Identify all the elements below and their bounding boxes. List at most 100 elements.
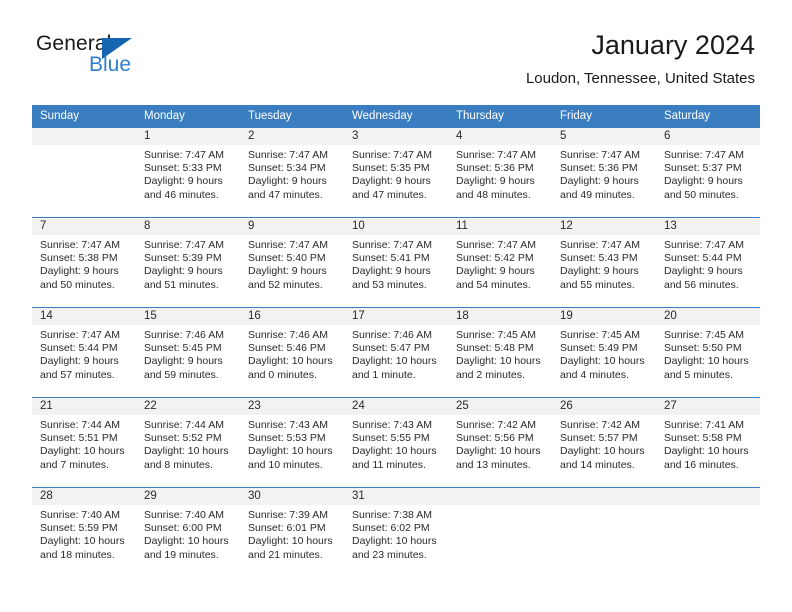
sunrise-text: Sunrise: 7:45 AM <box>664 329 744 341</box>
sunrise-text: Sunrise: 7:47 AM <box>664 149 744 161</box>
day-number: 6 <box>656 128 760 145</box>
calendar-day-cell[interactable]: 7 Sunrise: 7:47 AM Sunset: 5:38 PM Daylight… <box>32 217 136 308</box>
day-detail-lines <box>448 505 552 509</box>
daylight-text: Daylight: 9 hours <box>144 175 223 188</box>
calendar-day-cell[interactable]: 18 Sunrise: 7:45 AM Sunset: 5:48 PM Dayligh… <box>448 307 552 398</box>
day-cell-content: 28 Sunrise: 7:40 AM Sunset: 5:59 PM Dayligh… <box>32 488 136 577</box>
daylight-text: and 8 minutes. <box>144 458 213 471</box>
daylight-text: and 52 minutes. <box>248 278 323 291</box>
day-detail-lines: Sunrise: 7:47 AM Sunset: 5:36 PM Daylight:… <box>552 145 656 202</box>
weekday-header-monday: Monday <box>136 105 240 128</box>
calendar-day-cell[interactable]: 17 Sunrise: 7:46 AM Sunset: 5:47 PM Dayligh… <box>344 307 448 398</box>
day-cell-content: 19 Sunrise: 7:45 AM Sunset: 5:49 PM Dayligh… <box>552 308 656 397</box>
calendar-day-cell[interactable]: 14 Sunrise: 7:47 AM Sunset: 5:44 PM Dayligh… <box>32 307 136 398</box>
calendar-day-cell[interactable]: 11 Sunrise: 7:47 AM Sunset: 5:42 PM Dayligh… <box>448 217 552 308</box>
day-detail-lines: Sunrise: 7:47 AM Sunset: 5:39 PM Daylight:… <box>136 235 240 292</box>
day-cell-content: 16 Sunrise: 7:46 AM Sunset: 5:46 PM Dayligh… <box>240 308 344 397</box>
calendar-day-cell[interactable]: 5 Sunrise: 7:47 AM Sunset: 5:36 PM Daylight… <box>552 128 656 218</box>
day-cell-content: 12 Sunrise: 7:47 AM Sunset: 5:43 PM Dayligh… <box>552 218 656 307</box>
day-number <box>552 488 656 505</box>
sunrise-text: Sunrise: 7:43 AM <box>352 419 432 431</box>
day-cell-content: 26 Sunrise: 7:42 AM Sunset: 5:57 PM Dayligh… <box>552 398 656 487</box>
daylight-text: and 56 minutes. <box>664 278 739 291</box>
calendar-week-row: 14 Sunrise: 7:47 AM Sunset: 5:44 PM Dayligh… <box>32 307 760 398</box>
daylight-text: and 54 minutes. <box>456 278 531 291</box>
day-detail-lines <box>32 145 136 149</box>
calendar-day-cell[interactable]: 13 Sunrise: 7:47 AM Sunset: 5:44 PM Dayligh… <box>656 217 760 308</box>
page-header: General Blue January 2024 Loudon, Tennes… <box>0 0 792 100</box>
sunset-text: Sunset: 5:52 PM <box>144 432 222 445</box>
daylight-text: and 59 minutes. <box>144 368 219 381</box>
sunset-text: Sunset: 5:51 PM <box>40 432 118 445</box>
calendar-day-cell[interactable]: 4 Sunrise: 7:47 AM Sunset: 5:36 PM Daylight… <box>448 128 552 218</box>
daylight-text: and 18 minutes. <box>40 548 115 561</box>
calendar-day-cell[interactable]: 16 Sunrise: 7:46 AM Sunset: 5:46 PM Dayligh… <box>240 307 344 398</box>
day-detail-lines: Sunrise: 7:47 AM Sunset: 5:40 PM Daylight:… <box>240 235 344 292</box>
sunset-text: Sunset: 6:01 PM <box>248 522 326 535</box>
calendar-day-cell[interactable]: 25 Sunrise: 7:42 AM Sunset: 5:56 PM Dayligh… <box>448 397 552 488</box>
calendar-day-cell[interactable]: 29 Sunrise: 7:40 AM Sunset: 6:00 PM Dayligh… <box>136 487 240 577</box>
day-cell-content: 17 Sunrise: 7:46 AM Sunset: 5:47 PM Dayligh… <box>344 308 448 397</box>
calendar-day-cell[interactable]: 6 Sunrise: 7:47 AM Sunset: 5:37 PM Daylight… <box>656 128 760 218</box>
day-detail-lines: Sunrise: 7:43 AM Sunset: 5:53 PM Daylight:… <box>240 415 344 472</box>
daylight-text: and 11 minutes. <box>352 458 426 471</box>
day-detail-lines: Sunrise: 7:47 AM Sunset: 5:38 PM Daylight:… <box>32 235 136 292</box>
day-number: 28 <box>32 488 136 505</box>
calendar-day-cell[interactable]: 27 Sunrise: 7:41 AM Sunset: 5:58 PM Dayligh… <box>656 397 760 488</box>
day-detail-lines <box>552 505 656 509</box>
sunrise-text: Sunrise: 7:40 AM <box>144 509 224 521</box>
sunset-text: Sunset: 5:34 PM <box>248 162 326 175</box>
sunrise-text: Sunrise: 7:47 AM <box>40 239 120 251</box>
sunrise-text: Sunrise: 7:39 AM <box>248 509 328 521</box>
day-detail-lines: Sunrise: 7:44 AM Sunset: 5:52 PM Daylight:… <box>136 415 240 472</box>
calendar-day-cell[interactable]: 24 Sunrise: 7:43 AM Sunset: 5:55 PM Dayligh… <box>344 397 448 488</box>
calendar-day-cell[interactable]: 3 Sunrise: 7:47 AM Sunset: 5:35 PM Daylight… <box>344 128 448 218</box>
calendar-day-cell[interactable]: 8 Sunrise: 7:47 AM Sunset: 5:39 PM Daylight… <box>136 217 240 308</box>
sunset-text: Sunset: 5:48 PM <box>456 342 534 355</box>
calendar-day-cell-empty <box>552 487 656 577</box>
calendar-day-cell[interactable]: 23 Sunrise: 7:43 AM Sunset: 5:53 PM Dayligh… <box>240 397 344 488</box>
daylight-text: Daylight: 10 hours <box>560 445 645 458</box>
sunset-text: Sunset: 5:39 PM <box>144 252 222 265</box>
day-number: 12 <box>552 218 656 235</box>
day-cell-content: 10 Sunrise: 7:47 AM Sunset: 5:41 PM Dayligh… <box>344 218 448 307</box>
day-detail-lines: Sunrise: 7:39 AM Sunset: 6:01 PM Daylight:… <box>240 505 344 562</box>
day-detail-lines: Sunrise: 7:42 AM Sunset: 5:57 PM Daylight:… <box>552 415 656 472</box>
sunrise-text: Sunrise: 7:45 AM <box>456 329 536 341</box>
weekday-header-tuesday: Tuesday <box>240 105 344 128</box>
sunrise-text: Sunrise: 7:46 AM <box>248 329 328 341</box>
day-number: 5 <box>552 128 656 145</box>
day-number: 23 <box>240 398 344 415</box>
calendar-day-cell[interactable]: 31 Sunrise: 7:38 AM Sunset: 6:02 PM Dayligh… <box>344 487 448 577</box>
calendar-day-cell[interactable]: 15 Sunrise: 7:46 AM Sunset: 5:45 PM Dayligh… <box>136 307 240 398</box>
calendar-day-cell[interactable]: 30 Sunrise: 7:39 AM Sunset: 6:01 PM Dayligh… <box>240 487 344 577</box>
day-cell-content: 23 Sunrise: 7:43 AM Sunset: 5:53 PM Dayligh… <box>240 398 344 487</box>
day-number <box>656 488 760 505</box>
calendar-day-cell[interactable]: 22 Sunrise: 7:44 AM Sunset: 5:52 PM Dayligh… <box>136 397 240 488</box>
daylight-text: and 19 minutes. <box>144 548 219 561</box>
day-detail-lines: Sunrise: 7:47 AM Sunset: 5:43 PM Daylight:… <box>552 235 656 292</box>
day-number: 11 <box>448 218 552 235</box>
day-detail-lines <box>656 505 760 509</box>
sunrise-text: Sunrise: 7:47 AM <box>664 239 744 251</box>
day-cell-content: 30 Sunrise: 7:39 AM Sunset: 6:01 PM Dayligh… <box>240 488 344 577</box>
calendar-day-cell[interactable]: 12 Sunrise: 7:47 AM Sunset: 5:43 PM Dayligh… <box>552 217 656 308</box>
daylight-text: Daylight: 10 hours <box>664 355 749 368</box>
day-number: 27 <box>656 398 760 415</box>
day-cell-content <box>32 128 136 217</box>
calendar-day-cell[interactable]: 1 Sunrise: 7:47 AM Sunset: 5:33 PM Daylight… <box>136 128 240 218</box>
daylight-text: and 46 minutes. <box>144 188 219 201</box>
sunset-text: Sunset: 5:59 PM <box>40 522 118 535</box>
general-blue-logo[interactable]: General Blue <box>36 32 236 88</box>
daylight-text: and 50 minutes. <box>664 188 739 201</box>
calendar-day-cell[interactable]: 10 Sunrise: 7:47 AM Sunset: 5:41 PM Dayligh… <box>344 217 448 308</box>
daylight-text: and 14 minutes. <box>560 458 635 471</box>
calendar-day-cell[interactable]: 20 Sunrise: 7:45 AM Sunset: 5:50 PM Dayligh… <box>656 307 760 398</box>
day-detail-lines: Sunrise: 7:40 AM Sunset: 6:00 PM Daylight:… <box>136 505 240 562</box>
calendar-day-cell[interactable]: 21 Sunrise: 7:44 AM Sunset: 5:51 PM Dayligh… <box>32 397 136 488</box>
calendar-day-cell[interactable]: 9 Sunrise: 7:47 AM Sunset: 5:40 PM Daylight… <box>240 217 344 308</box>
calendar-day-cell[interactable]: 28 Sunrise: 7:40 AM Sunset: 5:59 PM Dayligh… <box>32 487 136 577</box>
calendar-day-cell[interactable]: 19 Sunrise: 7:45 AM Sunset: 5:49 PM Dayligh… <box>552 307 656 398</box>
calendar-day-cell[interactable]: 26 Sunrise: 7:42 AM Sunset: 5:57 PM Dayligh… <box>552 397 656 488</box>
calendar-day-cell[interactable]: 2 Sunrise: 7:47 AM Sunset: 5:34 PM Daylight… <box>240 128 344 218</box>
